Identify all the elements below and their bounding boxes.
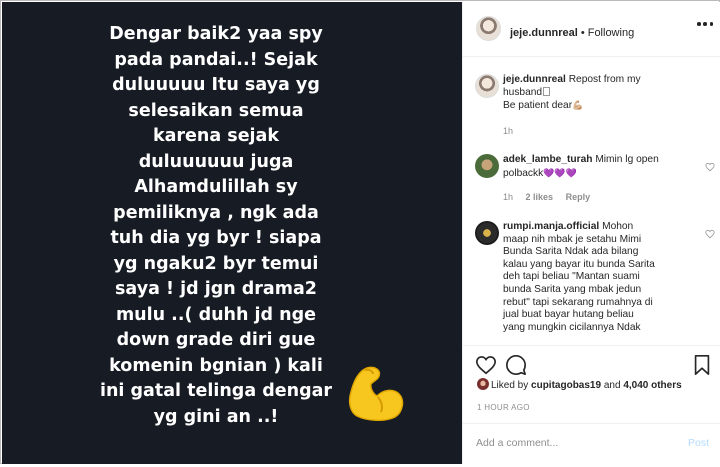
purple-hearts-emoji-icon: 💜💜💜 [543, 167, 577, 178]
post-side-panel: jeje.dunnreal • Following jeje.dunnreal Re… [462, 2, 720, 464]
story-line: duluuuuuu juga [138, 151, 294, 172]
comment-body: maap nih mbak je setahu Mimi [503, 233, 642, 245]
avatar[interactable] [475, 221, 499, 245]
caption-line: husband⁠ [503, 86, 543, 98]
caption-meta: 1h [503, 126, 523, 136]
likes-prefix: Liked by [491, 380, 529, 391]
story-line: pada pandai..! Sejak [114, 49, 318, 70]
avatar[interactable] [476, 16, 501, 41]
caption-line: Be patient dear [503, 100, 573, 112]
story-line: yg ngaku2 byr temui [113, 253, 319, 274]
add-comment-bar: Add a comment... Post [463, 423, 720, 464]
comment-body: bunda Sarita yang mbak jedun [503, 283, 642, 295]
like-heart-icon[interactable] [475, 354, 497, 376]
comment-item: rumpi.manja.official Mohon maap nih mbak… [475, 221, 715, 345]
caption-text: jeje.dunnreal Repost from my husband⁠ Be… [503, 74, 701, 113]
comment-body: kalau yang bayar itu bunda Sarita [503, 258, 655, 270]
comment-body: Mimin lg open [595, 154, 659, 165]
following-button[interactable]: Following [588, 27, 634, 39]
comment-time: 1h [503, 192, 514, 202]
instagram-post-window: Dengar baik2 yaa spy pada pandai..! Seja… [0, 0, 720, 464]
caption-line: Repost from my [568, 74, 641, 85]
story-line: tuh dia yg byr ! siapa [110, 228, 322, 248]
header-info: jeje.dunnreal • Following [510, 23, 634, 41]
reply-button[interactable]: Reply [566, 192, 591, 202]
avatar[interactable] [475, 74, 499, 98]
post-image[interactable]: Dengar baik2 yaa spy pada pandai..! Seja… [2, 2, 462, 464]
caption-comment: jeje.dunnreal Repost from my husband⁠ Be… [475, 74, 707, 144]
comment-meta: 1h 2 likes Reply [503, 192, 600, 202]
add-comment-input[interactable]: Add a comment... [476, 437, 558, 449]
post-header: jeje.dunnreal • Following [463, 2, 720, 57]
flexed-biceps-emoji-icon: 💪🏼 [572, 100, 584, 111]
comments-list: jeje.dunnreal Repost from my husband⁠ Be… [463, 58, 720, 345]
caption-username[interactable]: jeje.dunnreal [503, 74, 566, 85]
like-comment-heart-icon[interactable] [705, 229, 715, 239]
comment-text: rumpi.manja.official Mohon maap nih mbak… [503, 221, 683, 334]
liker-username[interactable]: cupitagobas19 [531, 380, 601, 391]
liker-avatar[interactable] [477, 378, 489, 390]
comment-body: yang mungkin cicilannya Ndak [503, 321, 641, 333]
comment-body: jual buat bayar hutang beliau [503, 309, 634, 321]
post-comment-button[interactable]: Post [688, 437, 709, 449]
like-comment-heart-icon[interactable] [705, 162, 715, 172]
separator-dot: • [580, 27, 585, 39]
comment-item: adek_lambe_turah Mimin lg open polbackk💜… [475, 154, 715, 209]
likes-summary: Liked by cupitagobas19 and 4,040 others [491, 380, 682, 391]
story-line: Dengar baik2 yaa spy [109, 24, 323, 44]
story-line: selesaikan semua [128, 100, 304, 121]
bookmark-icon[interactable] [691, 354, 713, 376]
missing-glyph-icon [543, 86, 551, 96]
story-line: mulu ..( duhh jd nge [115, 304, 317, 325]
comment-body: deh tapi beliau "Mantan suami [503, 271, 640, 283]
story-line: pemiliknya , ngk ada [113, 202, 319, 223]
comment-username[interactable]: rumpi.manja.official [503, 221, 599, 232]
header-username[interactable]: jeje.dunnreal [510, 27, 578, 39]
comment-body: rebut" tapi sekarang rumahnya di [503, 296, 653, 308]
likes-count[interactable]: 4,040 others [623, 380, 681, 391]
story-line: duluuuuu Itu saya yg [112, 75, 320, 95]
caption-time: 1h [503, 126, 514, 136]
comment-bubble-icon[interactable] [505, 354, 527, 376]
comment-username[interactable]: adek_lambe_turah [503, 154, 592, 165]
story-line: karena sejak [152, 126, 280, 146]
story-line: down grade diri gue [116, 330, 316, 350]
comment-text: adek_lambe_turah Mimin lg open polbackk💜… [503, 154, 683, 180]
comment-body: Mohon [602, 221, 634, 232]
likes-middle: and [603, 380, 621, 391]
post-timestamp[interactable]: 1 HOUR AGO [477, 403, 530, 412]
more-options-icon[interactable] [697, 21, 713, 27]
avatar[interactable] [475, 154, 499, 178]
comment-likes[interactable]: 2 likes [526, 192, 554, 202]
flexed-biceps-emoji-icon [348, 366, 404, 421]
comment-body: Bunda Sarita Ndak ada bilang [503, 246, 639, 258]
story-line: Alhamdulillah sy [134, 177, 298, 197]
story-line: saya ! jd jgn drama2 [115, 279, 317, 299]
comment-body: polbackk [503, 167, 544, 179]
